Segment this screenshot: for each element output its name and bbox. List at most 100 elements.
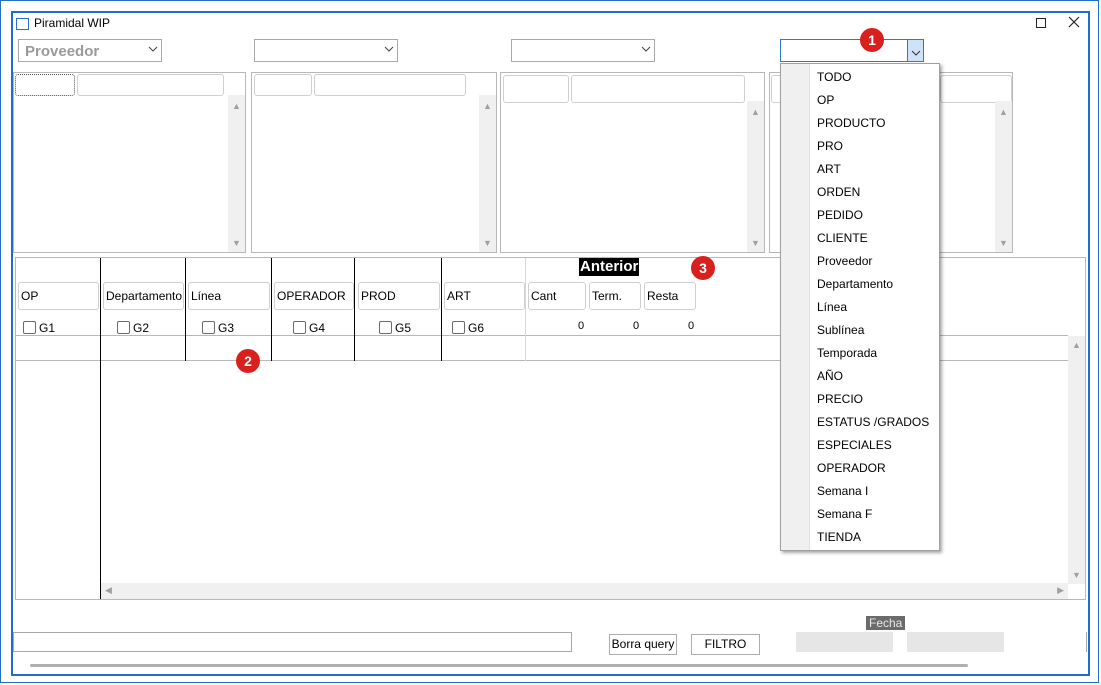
panel-2-desc-field[interactable] <box>314 74 466 96</box>
grid-vertical-scrollbar[interactable]: ▲ ▼ <box>1068 336 1085 584</box>
scroll-up-icon[interactable]: ▲ <box>751 107 760 117</box>
scroll-down-icon[interactable]: ▼ <box>483 238 492 248</box>
dropdown-option[interactable]: OP <box>817 93 834 107</box>
app-icon <box>16 18 29 30</box>
group-checkbox-g3[interactable]: G3 <box>202 321 234 335</box>
scroll-down-icon[interactable]: ▼ <box>232 238 241 248</box>
dropdown-option[interactable]: OPERADOR <box>817 461 886 475</box>
filter-combo-4[interactable] <box>780 39 924 62</box>
column-header-departamento[interactable]: Departamento <box>103 282 184 310</box>
callout-badge-2: 2 <box>236 349 260 373</box>
panel-2-code-field[interactable] <box>254 74 312 96</box>
scroll-down-icon[interactable]: ▼ <box>751 238 760 248</box>
scroll-up-icon[interactable]: ▲ <box>1072 340 1081 350</box>
scroll-down-icon[interactable]: ▼ <box>999 238 1008 248</box>
scroll-up-icon[interactable]: ▲ <box>232 101 241 111</box>
grid-horizontal-scrollbar[interactable]: ◀ ▶ <box>101 583 1068 599</box>
callout-badge-1: 1 <box>860 28 884 52</box>
column-header-op[interactable]: OP <box>18 282 99 310</box>
query-input[interactable] <box>13 632 572 652</box>
scroll-left-icon[interactable]: ◀ <box>105 585 112 596</box>
panel-2-scrollbar[interactable]: ▲ ▼ <box>479 95 496 252</box>
scroll-up-icon[interactable]: ▲ <box>483 101 492 111</box>
panel-1-desc-field[interactable] <box>77 74 224 96</box>
panel-3-desc-field[interactable] <box>571 75 745 103</box>
dropdown-option[interactable]: ORDEN <box>817 185 860 199</box>
chevron-down-icon <box>148 45 158 53</box>
combo-4-dropdown-button[interactable] <box>907 40 923 61</box>
list-panel-3[interactable]: ▲ ▼ <box>500 72 765 253</box>
dropdown-option[interactable]: CLIENTE <box>817 231 868 245</box>
column-header-prod[interactable]: PROD <box>358 282 440 310</box>
scroll-up-icon[interactable]: ▲ <box>999 107 1008 117</box>
dropdown-option[interactable]: Proveedor <box>817 254 872 268</box>
group-checkbox-label: G1 <box>39 321 56 335</box>
chevron-down-icon <box>384 45 394 53</box>
column-header-linea[interactable]: Línea <box>188 282 270 310</box>
chevron-down-icon <box>641 45 651 53</box>
group-checkbox-label: G4 <box>309 321 326 335</box>
panel-3-scrollbar[interactable]: ▲ ▼ <box>747 101 764 252</box>
totals-value-cant: 0 <box>578 320 585 332</box>
dropdown-option[interactable]: ESPECIALES <box>817 438 892 452</box>
panel-4-scrollbar[interactable]: ▲ ▼ <box>995 101 1012 252</box>
callout-badge-3: 3 <box>691 256 715 280</box>
maximize-icon[interactable] <box>1036 16 1047 32</box>
dropdown-option[interactable]: ART <box>817 162 841 176</box>
borra-query-button[interactable]: Borra query <box>609 634 677 655</box>
list-panel-2[interactable]: ▲ ▼ <box>251 72 497 253</box>
dropdown-option[interactable]: AÑO <box>817 369 843 383</box>
dropdown-option[interactable]: Línea <box>817 300 847 314</box>
dropdown-option[interactable]: PEDIDO <box>817 208 863 222</box>
filtro-button[interactable]: FILTRO <box>691 634 760 655</box>
dropdown-option[interactable]: Semana F <box>817 507 872 521</box>
group-checkbox-label: G2 <box>133 321 150 335</box>
group-checkbox-g6[interactable]: G6 <box>452 321 484 335</box>
group-checkbox-g5[interactable]: G5 <box>379 321 411 335</box>
fecha-label: Fecha <box>866 616 906 630</box>
window-title: Piramidal WIP <box>34 16 111 30</box>
chevron-down-icon <box>911 46 921 60</box>
column-header-operador[interactable]: OPERADOR <box>274 282 354 310</box>
checkbox-icon <box>379 321 392 334</box>
dropdown-option[interactable]: ESTATUS /GRADOS <box>817 415 929 429</box>
list-panel-1[interactable]: ▲ ▼ <box>13 72 246 253</box>
dropdown-option[interactable]: Departamento <box>817 277 893 291</box>
grid-col-divider-3 <box>271 258 272 361</box>
dropdown-option[interactable]: Sublínea <box>817 323 864 337</box>
dropdown-gutter <box>781 64 810 550</box>
fecha-end-field[interactable] <box>907 632 1004 652</box>
checkbox-icon <box>452 321 465 334</box>
scroll-right-icon[interactable]: ▶ <box>1057 585 1064 596</box>
totals-header-term: Term. <box>589 282 641 310</box>
dropdown-option[interactable]: TIENDA <box>817 530 861 544</box>
grid-col-divider-6 <box>525 258 526 361</box>
close-icon[interactable] <box>1068 15 1080 31</box>
panel-1-code-field[interactable] <box>15 74 75 96</box>
filter-combo-1-value: Proveedor <box>25 43 100 60</box>
column-header-art[interactable]: ART <box>444 282 525 310</box>
dropdown-option[interactable]: PRO <box>817 139 843 153</box>
grid-col-divider-5 <box>441 258 442 361</box>
panel-3-code-field[interactable] <box>503 75 569 103</box>
group-checkbox-label: G3 <box>218 321 235 335</box>
fecha-start-field[interactable] <box>796 632 893 652</box>
filter-combo-1[interactable]: Proveedor <box>18 39 162 62</box>
dropdown-option[interactable]: Semana I <box>817 484 868 498</box>
window-horizontal-scrollbar[interactable] <box>30 664 968 667</box>
group-checkbox-g4[interactable]: G4 <box>293 321 325 335</box>
dropdown-option[interactable]: PRECIO <box>817 392 863 406</box>
combo-4-dropdown-list: TODO OP PRODUCTO PRO ART ORDEN PEDIDO CLIENTE Pr… <box>780 63 940 551</box>
dropdown-option[interactable]: Temporada <box>817 346 877 360</box>
panel-4-desc-field[interactable] <box>940 75 1012 103</box>
totals-header-cant: Cant <box>528 282 586 310</box>
group-checkbox-g2[interactable]: G2 <box>117 321 149 335</box>
dropdown-option[interactable]: PRODUCTO <box>817 116 885 130</box>
scroll-down-icon[interactable]: ▼ <box>1072 570 1081 580</box>
panel-1-scrollbar[interactable]: ▲ ▼ <box>228 95 245 252</box>
filter-combo-2[interactable] <box>254 39 398 62</box>
trailing-field-edge <box>1086 632 1088 652</box>
group-checkbox-g1[interactable]: G1 <box>23 321 55 335</box>
filter-combo-3[interactable] <box>511 39 655 62</box>
dropdown-option[interactable]: TODO <box>817 70 851 84</box>
